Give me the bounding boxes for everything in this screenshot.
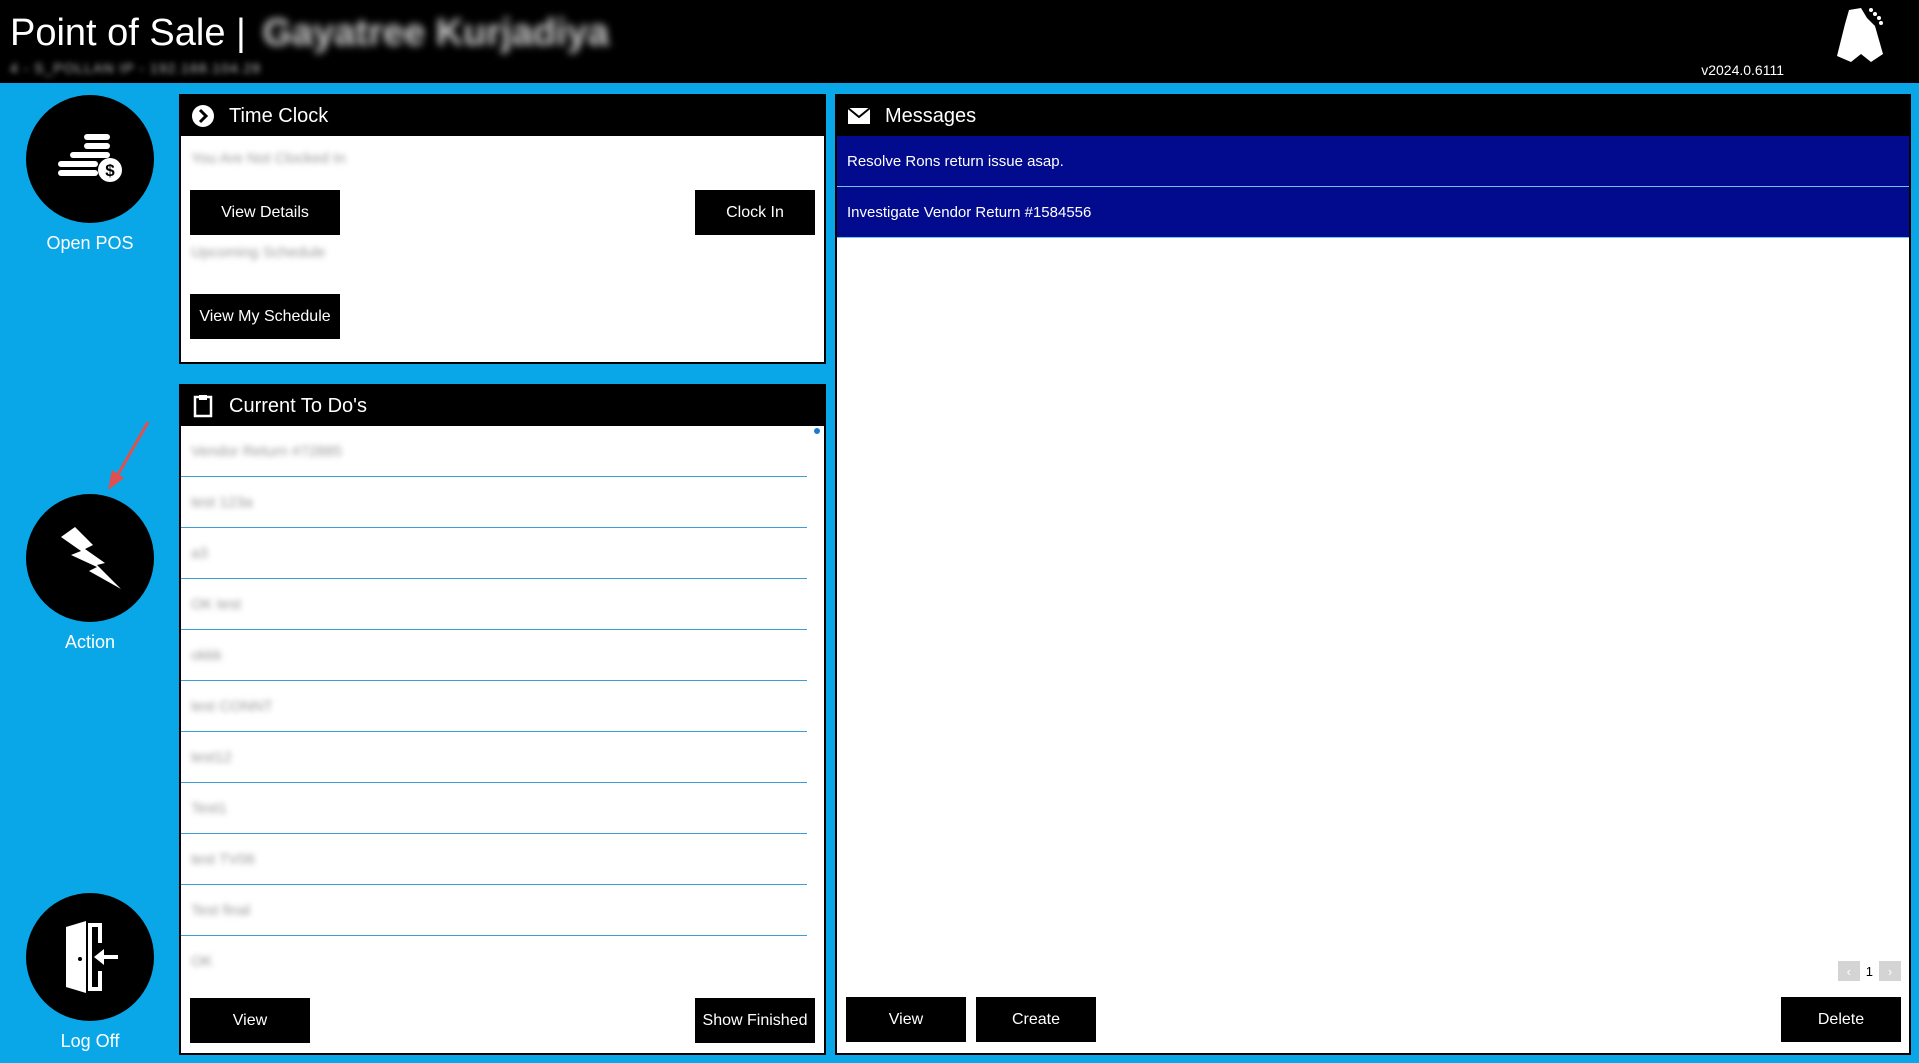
user-name: Gayatree Kurjadiya xyxy=(262,12,609,54)
envelope-icon xyxy=(847,104,871,128)
view-details-button[interactable]: View Details xyxy=(190,190,340,235)
clock-status-text: You Are Not Clocked In xyxy=(191,150,346,167)
message-delete-button[interactable]: Delete xyxy=(1781,997,1901,1042)
open-pos-button[interactable]: $ Open POS xyxy=(26,95,154,254)
coins-dollar-icon: $ xyxy=(26,95,154,223)
prev-page-icon[interactable]: ‹ xyxy=(1837,961,1860,981)
todo-item[interactable]: Test1 xyxy=(181,783,807,834)
scrollbar[interactable] xyxy=(814,428,820,434)
view-my-schedule-button[interactable]: View My Schedule xyxy=(190,294,340,339)
messages-title: Messages xyxy=(885,104,977,127)
log-off-button[interactable]: Log Off xyxy=(26,893,154,1052)
time-clock-header: Time Clock xyxy=(181,96,824,136)
clipboard-icon xyxy=(191,394,215,418)
todo-item[interactable]: test TV06 xyxy=(181,834,807,885)
time-clock-panel: Time Clock You Are Not Clocked In View D… xyxy=(179,94,826,364)
brand-logo-icon xyxy=(1831,4,1891,66)
todo-title: Current To Do's xyxy=(229,394,367,417)
todo-item[interactable]: okkk xyxy=(181,630,807,681)
message-item[interactable]: Resolve Rons return issue asap. xyxy=(837,136,1909,187)
messages-header: Messages xyxy=(837,96,1909,136)
message-view-button[interactable]: View xyxy=(846,997,966,1042)
todo-item[interactable]: test CONNT xyxy=(181,681,807,732)
schedule-text: Upcoming Schedule xyxy=(191,244,326,261)
app-title: Point of Sale | Gayatree Kurjadiya xyxy=(10,12,609,55)
todo-list: Vendor Return #72885 test 123a a3 OK tes… xyxy=(181,426,807,987)
messages-list: Resolve Rons return issue asap. Investig… xyxy=(837,136,1909,238)
todo-header: Current To Do's xyxy=(181,386,824,426)
action-button[interactable]: Action xyxy=(26,494,154,653)
show-finished-button[interactable]: Show Finished xyxy=(695,998,815,1043)
message-item[interactable]: Investigate Vendor Return #1584556 xyxy=(837,187,1909,238)
todo-item[interactable]: OK test xyxy=(181,579,807,630)
chevron-right-circle-icon xyxy=(191,104,215,128)
red-arrow-annotation xyxy=(104,418,154,492)
pagination: ‹ 1 › xyxy=(1837,961,1901,981)
nav-label-action: Action xyxy=(64,632,116,652)
nav-label-open-pos: Open POS xyxy=(46,233,134,253)
clock-in-button[interactable]: Clock In xyxy=(695,190,815,235)
todo-item[interactable]: Vendor Return #72885 xyxy=(181,426,807,477)
todo-item[interactable]: test 123a xyxy=(181,477,807,528)
app-title-text: Point of Sale | xyxy=(10,12,246,54)
message-create-button[interactable]: Create xyxy=(976,997,1096,1042)
page-number: 1 xyxy=(1865,963,1873,979)
top-bar: Point of Sale | Gayatree Kurjadiya 4 - S… xyxy=(0,0,1919,83)
terminal-info: 4 - S_POLLAN IP - 192.168.104.28 xyxy=(10,60,262,76)
next-page-icon[interactable]: › xyxy=(1879,961,1901,981)
lightning-bolt-icon xyxy=(26,494,154,622)
version-label: v2024.0.6111 xyxy=(1701,62,1784,78)
nav-label-log-off: Log Off xyxy=(60,1031,120,1051)
todo-item[interactable]: OK xyxy=(181,936,807,987)
todo-view-button[interactable]: View xyxy=(190,998,310,1043)
svg-text:$: $ xyxy=(105,161,115,180)
door-exit-icon xyxy=(26,893,154,1021)
time-clock-title: Time Clock xyxy=(229,104,329,127)
todo-item[interactable]: test12 xyxy=(181,732,807,783)
todo-item[interactable]: a3 xyxy=(181,528,807,579)
todo-item[interactable]: Test final xyxy=(181,885,807,936)
messages-panel: Messages Resolve Rons return issue asap.… xyxy=(835,94,1911,1055)
todo-panel: Current To Do's Vendor Return #72885 tes… xyxy=(179,384,826,1055)
